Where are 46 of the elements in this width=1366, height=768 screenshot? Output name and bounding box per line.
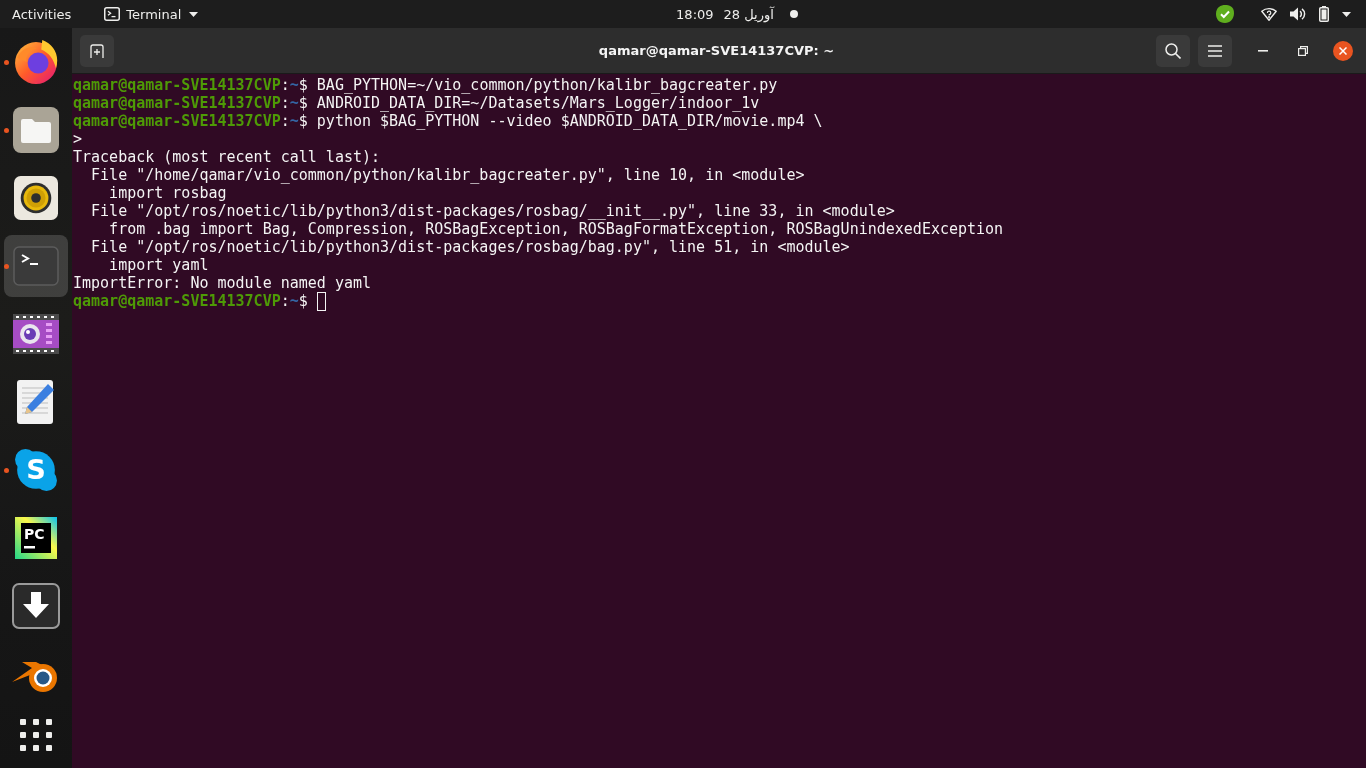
output-text: File "/home/qamar/vio_common/python/kalibr_bagcreater.py", line 10, in <module> <box>91 166 805 184</box>
shell-prompt: qamar@qamar-SVE14137CVP:~$ <box>73 76 308 94</box>
terminal-icon[interactable] <box>13 246 59 286</box>
notification-dot-icon <box>789 10 798 18</box>
letter-tile-icon[interactable]: PC <box>15 517 57 559</box>
output-text: File "/opt/ros/noetic/lib/python3/dist-packages/rosbag/__init__.py", line 33, in <module> <box>91 202 895 220</box>
app-grid-icon <box>20 719 52 751</box>
dock-launcher[interactable]: PC <box>4 507 68 569</box>
caret-icon <box>189 11 199 17</box>
shell-prompt: qamar@qamar-SVE14137CVP:~$ <box>73 292 308 310</box>
new-tab-icon <box>90 43 104 58</box>
command-text: ANDROID_DATA_DIR=~/Datasets/Mars_Logger/indoor_1v <box>316 94 760 112</box>
caret-icon[interactable] <box>1342 11 1351 17</box>
close-icon <box>1339 46 1347 55</box>
output-text: import yaml <box>109 256 209 274</box>
output-text: File "/opt/ros/noetic/lib/python3/dist-packages/rosbag/bag.py", line 51, in <module> <box>91 238 850 256</box>
new-tab-button[interactable] <box>80 34 114 67</box>
battery-icon[interactable] <box>1319 6 1329 22</box>
menu-button[interactable] <box>1198 34 1232 67</box>
speaker-icon[interactable] <box>14 175 58 221</box>
command-text: python $BAG_PYTHON --video $ANDROID_DATA_DIR/movie.mp4 \ <box>316 112 823 130</box>
flame-globe-icon[interactable] <box>14 40 58 84</box>
search-button[interactable] <box>1156 34 1190 67</box>
output-text: Traceback (most recent call last): <box>73 148 381 166</box>
output-text: ImportError: No module named yaml <box>73 274 371 292</box>
volume-icon[interactable] <box>1290 7 1306 21</box>
output-text: import rosbag <box>109 184 227 202</box>
shell-prompt: qamar@qamar-SVE14137CVP:~$ <box>73 94 308 112</box>
folder-icon[interactable] <box>13 107 59 153</box>
check-badge-icon[interactable] <box>1216 5 1234 23</box>
notepad-pencil-icon[interactable] <box>17 380 55 424</box>
restore-icon <box>1298 45 1308 56</box>
close-button[interactable] <box>1333 40 1353 61</box>
shell-prompt: qamar@qamar-SVE14137CVP:~$ <box>73 112 308 130</box>
search-icon <box>1165 42 1181 59</box>
command-text: BAG_PYTHON=~/vio_common/python/kalibr_bagcreater.py <box>316 76 778 94</box>
output-text: > <box>73 130 83 148</box>
window-title: qamar@qamar-SVE14137CVP: ~ <box>598 43 835 58</box>
film-strip-icon[interactable] <box>13 314 59 354</box>
minimize-icon <box>1258 49 1268 52</box>
output-text: from .bag import Bag, Compression, ROSBagException, ROSBagFormatException, ROSBagUnindexedException <box>109 220 1004 238</box>
app-menu-button[interactable]: Terminal <box>98 0 205 28</box>
wifi-icon[interactable] <box>1261 7 1277 21</box>
activities-button[interactable]: Activities <box>6 0 78 28</box>
menu-icon <box>1208 44 1222 57</box>
terminal-icon <box>104 7 121 21</box>
